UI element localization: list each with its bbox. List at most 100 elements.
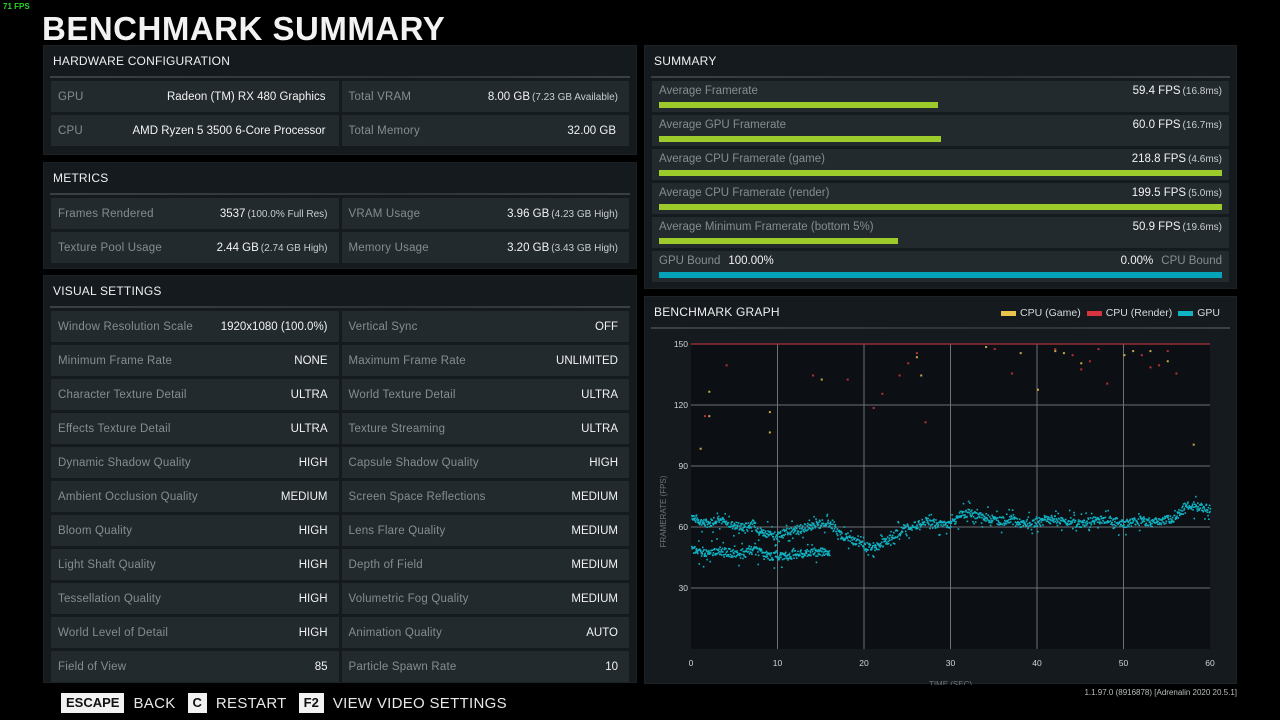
gpu-point xyxy=(956,515,958,517)
gpu-point xyxy=(1033,519,1035,522)
gpu-point xyxy=(1005,513,1008,516)
gpu-point xyxy=(1139,515,1142,518)
c-key[interactable]: C xyxy=(187,693,207,713)
summary-value: 50.9 FPS (19.6ms) xyxy=(1132,221,1222,233)
gpu-point xyxy=(871,546,874,549)
cpu-render-point xyxy=(881,392,884,395)
gpu-point xyxy=(980,522,983,524)
gpu-point xyxy=(832,530,835,532)
gpu-point xyxy=(804,527,806,530)
gpu-point xyxy=(997,519,999,522)
gpu-point xyxy=(769,554,772,557)
f2-key[interactable]: F2 xyxy=(298,693,324,713)
gpu-point xyxy=(1001,523,1004,526)
gpu-point xyxy=(874,549,876,552)
gpu-point xyxy=(1205,503,1208,506)
setting-label: Tessellation Quality xyxy=(58,592,162,605)
gpu-point xyxy=(716,538,718,540)
gpu-point xyxy=(849,540,852,543)
gpu-point xyxy=(794,550,797,552)
gpu-point xyxy=(1209,508,1212,510)
gpu-point xyxy=(1184,512,1187,514)
gpu-point xyxy=(698,540,700,542)
gpu-point xyxy=(906,534,908,537)
gpu-point xyxy=(733,545,736,547)
gpu-point xyxy=(815,561,818,564)
gpu-point xyxy=(1035,516,1038,518)
gpu-point xyxy=(929,520,932,522)
gpu-point xyxy=(1077,521,1080,523)
setting-label: Particle Spawn Rate xyxy=(348,660,457,673)
gpu-point xyxy=(741,548,744,550)
gpu-point xyxy=(1072,518,1075,521)
gpu-point xyxy=(872,542,875,544)
gpu-point xyxy=(880,544,883,547)
gpu-point xyxy=(1119,525,1121,528)
gpu-point xyxy=(748,553,751,555)
gpu-point xyxy=(706,526,708,528)
gpu-point xyxy=(1096,516,1098,519)
gpu-point xyxy=(805,552,808,555)
gpu-point xyxy=(907,525,909,527)
gpu-point xyxy=(797,533,800,536)
setting-value: 85 xyxy=(314,660,328,673)
gpu-point xyxy=(710,525,713,527)
metric-memory-usage: Memory Usage 3.20 GB (3.43 GB High) xyxy=(341,232,629,263)
view-video-settings-button[interactable]: VIEW VIDEO SETTINGS xyxy=(333,695,507,712)
gpu-point xyxy=(1014,521,1017,523)
gpu-point xyxy=(923,521,926,523)
back-button[interactable]: BACK xyxy=(133,695,175,712)
gpu-point xyxy=(1191,503,1194,505)
gpu-point xyxy=(695,514,698,517)
gpu-point xyxy=(836,534,839,537)
gpu-point xyxy=(1208,504,1211,507)
gpu-point xyxy=(1019,523,1021,526)
gpu-point xyxy=(788,557,790,560)
gpu-point xyxy=(713,516,715,519)
gpu-point xyxy=(974,521,977,523)
gpu-point xyxy=(1029,521,1031,524)
gpu-point xyxy=(857,535,859,537)
gpu-point xyxy=(983,515,986,518)
restart-button[interactable]: RESTART xyxy=(216,695,287,712)
summary-bar xyxy=(659,204,1222,210)
gpu-point xyxy=(749,548,752,550)
gpu-point xyxy=(822,548,824,551)
gpu-point xyxy=(847,539,850,542)
gpu-point xyxy=(826,513,829,516)
escape-key[interactable]: ESCAPE xyxy=(61,693,125,713)
x-tick-label: 50 xyxy=(1119,658,1129,668)
gpu-point xyxy=(694,546,696,548)
gpu-point xyxy=(1123,524,1125,526)
version-string: 1.1.97.0 (8916878) [Adrenalin 2020 20.5.… xyxy=(1084,688,1237,697)
cpu-bound-value: 0.00% xyxy=(1120,255,1154,267)
gpu-point xyxy=(1134,523,1137,526)
gpu-point xyxy=(722,541,725,544)
hw-cpu: CPU AMD Ryzen 5 3500 6-Core Processor xyxy=(51,115,339,146)
x-tick-label: 10 xyxy=(773,658,783,668)
gpu-point xyxy=(722,551,724,553)
gpu-point xyxy=(958,512,961,514)
gpu-point xyxy=(704,525,706,527)
gpu-point xyxy=(790,533,792,536)
gpu-point xyxy=(1167,514,1170,517)
gpu-point xyxy=(928,514,931,517)
gpu-point xyxy=(1057,520,1059,523)
summary-bar xyxy=(659,102,938,108)
gpu-point xyxy=(794,529,797,532)
gpu-point xyxy=(1190,508,1193,510)
setting-label: Ambient Occlusion Quality xyxy=(58,490,198,503)
hw-label: CPU xyxy=(58,124,83,137)
gpu-point xyxy=(804,554,806,557)
gpu-point xyxy=(766,555,769,558)
cpu-render-point xyxy=(993,348,996,351)
gpu-point xyxy=(732,549,734,551)
gpu-point xyxy=(995,517,997,520)
gpu-point xyxy=(1145,522,1148,525)
gpu-point xyxy=(988,520,991,522)
gpu-point xyxy=(718,521,721,523)
gpu-point xyxy=(703,549,705,551)
gpu-point xyxy=(1128,523,1131,526)
summary-row: Average CPU Framerate (render) 199.5 FPS(… xyxy=(652,183,1229,214)
setting-value: NONE xyxy=(294,354,328,367)
